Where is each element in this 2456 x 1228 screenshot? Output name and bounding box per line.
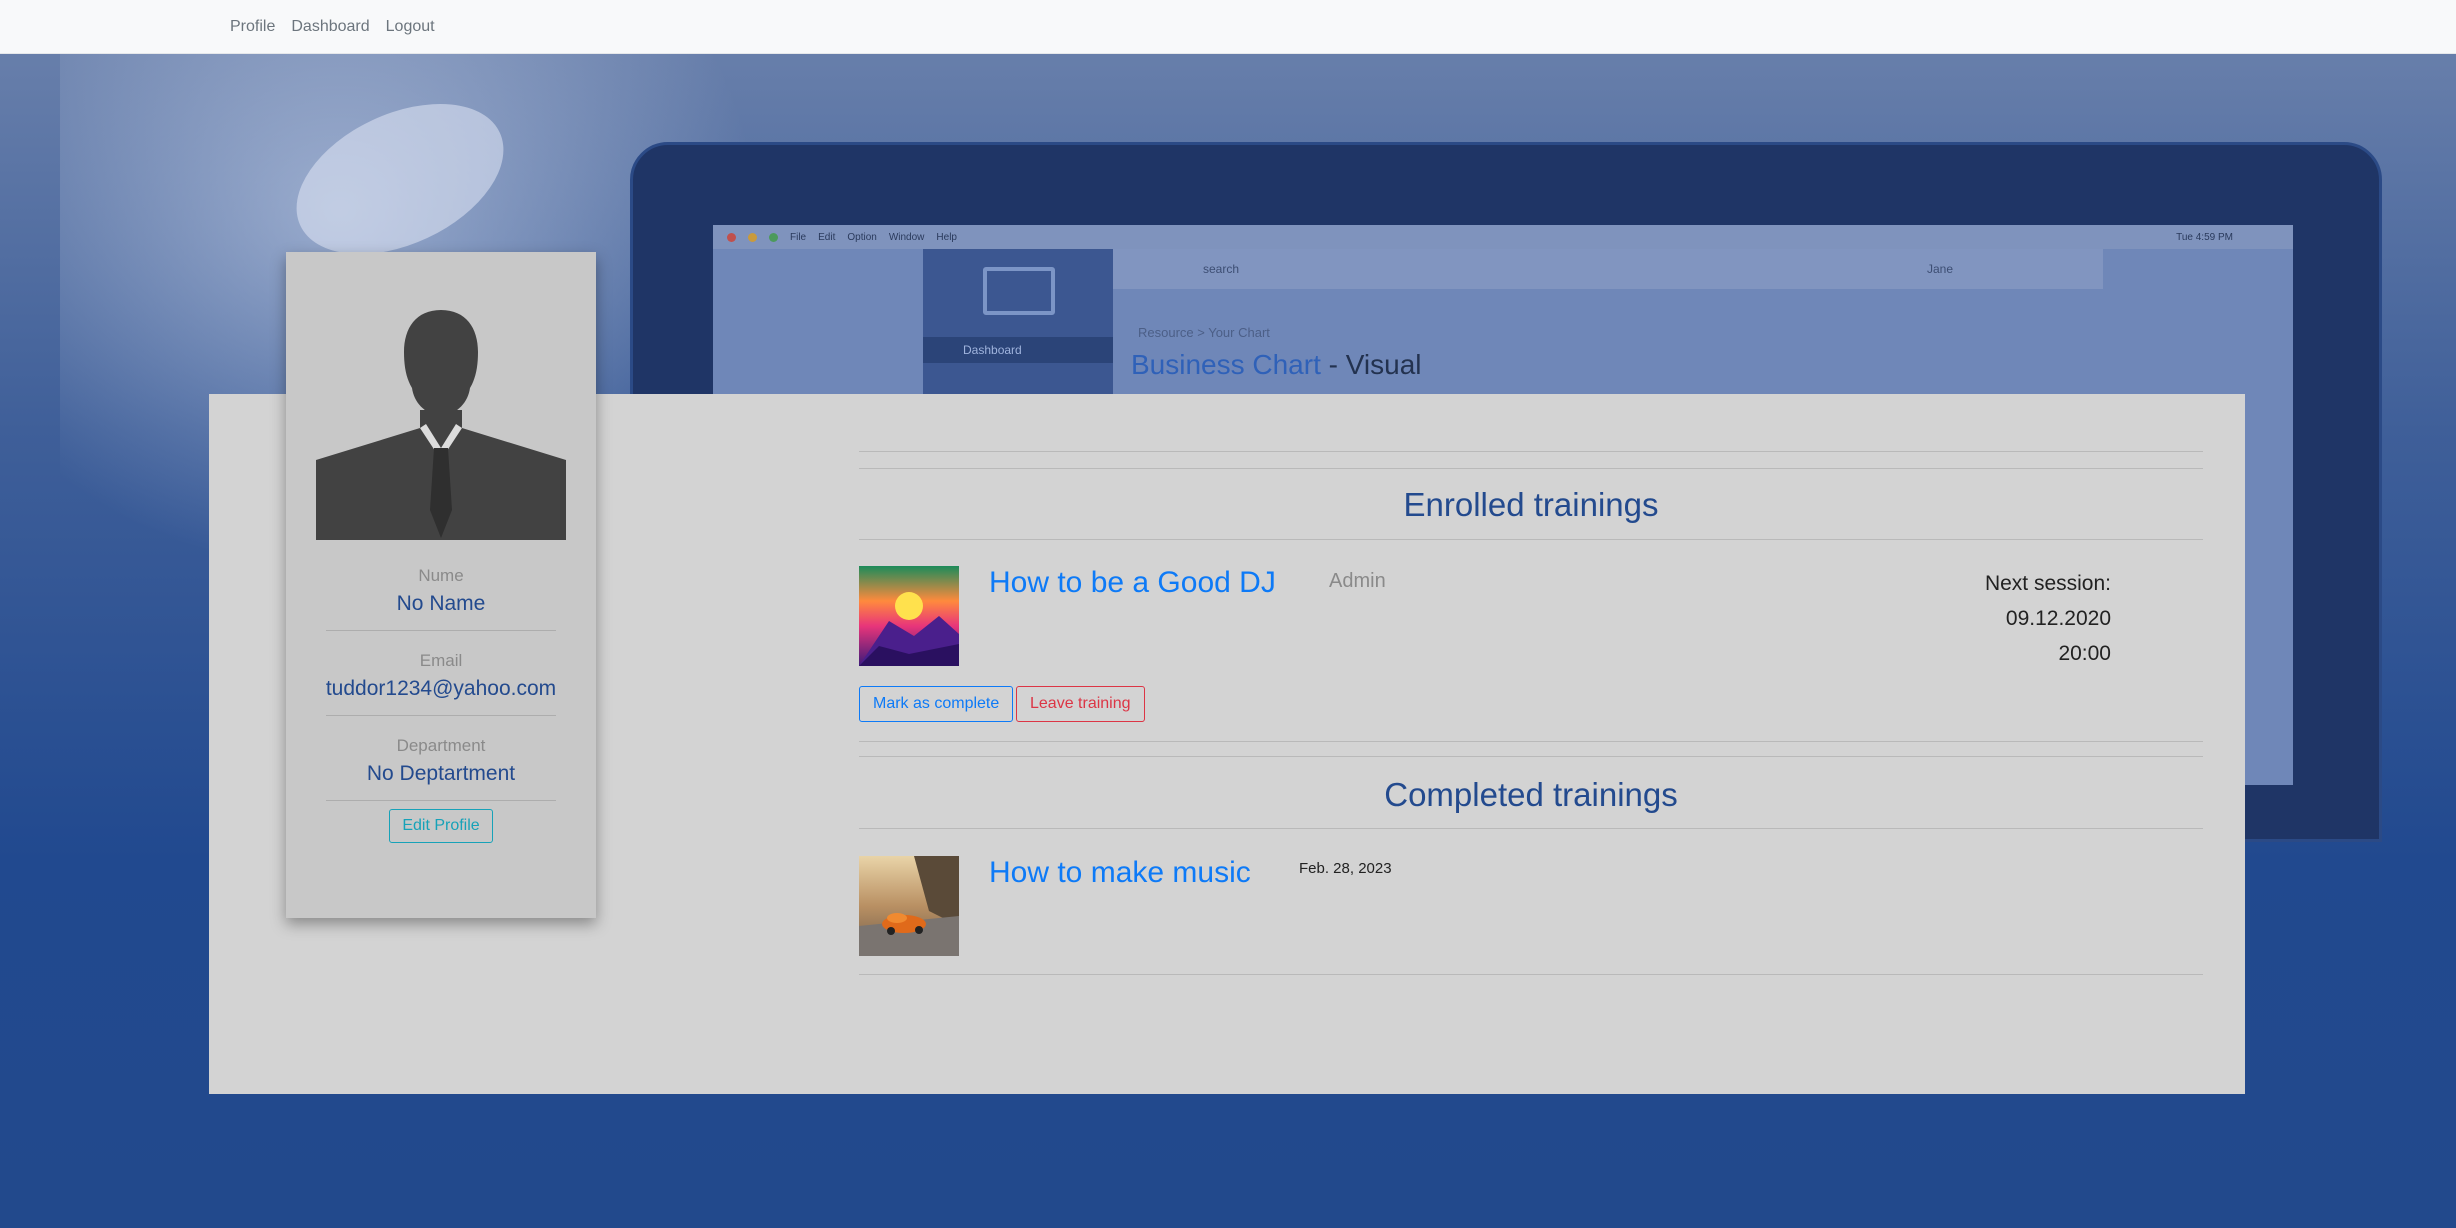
- course-link-music[interactable]: How to make music: [989, 856, 1251, 890]
- enrolled-trainings-title: Enrolled trainings: [1403, 486, 1659, 523]
- next-session-label: Next session:: [1984, 572, 2111, 595]
- laptop-menubar: File Edit Option Window Help Tue 4:59 PM: [713, 225, 2293, 249]
- name-field: Nume No Name: [286, 540, 596, 616]
- department-value: No Deptartment: [366, 762, 516, 785]
- email-label: Email: [419, 651, 463, 670]
- laptop-icon: [983, 267, 1055, 315]
- next-session: Next session: 09.12.2020 20:00: [1985, 566, 2111, 671]
- department-field: Department No Deptartment: [286, 716, 596, 786]
- name-value: No Name: [396, 592, 486, 615]
- divider: [859, 468, 2203, 469]
- maximize-dot-icon: [769, 232, 778, 242]
- laptop-clock: Tue 4:59 PM: [2176, 231, 2233, 243]
- mark-as-complete-button[interactable]: Mark as complete: [859, 686, 1014, 722]
- laptop-menu-option: Option: [847, 231, 877, 243]
- nav-link-dashboard[interactable]: Dashboard: [291, 18, 369, 36]
- divider: [859, 828, 2203, 829]
- avatar-silhouette-icon: [316, 310, 566, 540]
- laptop-menu-window: Window: [888, 231, 925, 243]
- minimize-dot-icon: [748, 232, 757, 242]
- music-course-thumbnail: [859, 856, 959, 956]
- divider: [859, 539, 2203, 540]
- laptop-dashboard-item: Dashboard: [923, 337, 1113, 363]
- profile-card: Nume No Name Email tuddor1234@yahoo.com …: [286, 252, 596, 918]
- completion-date: Feb. 28, 2023: [1299, 860, 1392, 877]
- edit-profile-button[interactable]: Edit Profile: [389, 809, 493, 843]
- name-label: Nume: [418, 566, 464, 585]
- laptop-menu-help: Help: [936, 231, 957, 243]
- laptop-user-text: Jane: [1926, 262, 1953, 276]
- course-author: Admin: [1329, 570, 1386, 592]
- leave-training-button[interactable]: Leave training: [1016, 686, 1145, 722]
- email-field: Email tuddor1234@yahoo.com: [286, 631, 596, 701]
- laptop-title-main: Business Chart: [1131, 349, 1321, 380]
- laptop-title: Business Chart - Visual: [1131, 349, 1422, 381]
- laptop-breadcrumb: Resource > Your Chart: [1138, 325, 1270, 340]
- divider: [326, 800, 556, 801]
- email-value: tuddor1234@yahoo.com: [325, 677, 557, 700]
- close-dot-icon: [727, 232, 736, 242]
- divider: [859, 741, 2203, 742]
- divider: [859, 756, 2203, 757]
- completed-trainings-title: Completed trainings: [1384, 776, 1678, 813]
- divider: [859, 974, 2203, 975]
- laptop-topbar: search Jane: [1113, 249, 2103, 289]
- course-link-dj[interactable]: How to be a Good DJ: [989, 566, 1276, 600]
- laptop-title-accent: - Visual: [1320, 349, 1422, 380]
- nav-link-profile[interactable]: Profile: [230, 18, 275, 36]
- nav-link-logout[interactable]: Logout: [386, 18, 435, 36]
- department-label: Department: [396, 736, 486, 755]
- next-session-date: 09.12.2020: [2005, 607, 2111, 630]
- dj-course-thumbnail: [859, 566, 959, 666]
- laptop-search-text: search: [1203, 262, 1240, 276]
- trainings-content: Enrolled trainings How to be a Good DJ A…: [859, 394, 2203, 1094]
- laptop-menu-file: File: [790, 231, 807, 243]
- divider: [859, 451, 2203, 452]
- top-navbar: Profile Dashboard Logout: [0, 0, 2456, 54]
- next-session-time: 20:00: [2058, 642, 2111, 665]
- laptop-menu-edit: Edit: [818, 231, 836, 243]
